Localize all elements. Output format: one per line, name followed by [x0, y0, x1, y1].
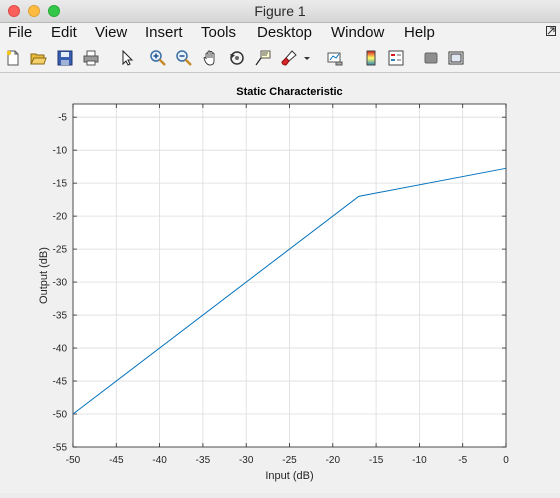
x-tick-label: 0 — [503, 455, 509, 466]
y-tick-label: -55 — [53, 443, 68, 454]
zoom-out-icon[interactable] — [175, 49, 193, 67]
x-tick-label: -35 — [196, 455, 211, 466]
x-tick-label: -40 — [152, 455, 167, 466]
plot-svg[interactable]: -50 -45 -40 -35 -30 -25 -20 -15 -10 -5 0-55-50-45-… — [0, 73, 560, 493]
dock-figure-icon[interactable] — [546, 26, 556, 36]
x-tick-label: -15 — [369, 455, 384, 466]
y-tick-label: -50 — [53, 410, 68, 421]
x-tick-label: -5 — [458, 455, 467, 466]
menu-file[interactable]: File — [8, 24, 32, 41]
chart-title: Static Characteristic — [236, 86, 342, 98]
title-bar: Figure 1 — [0, 0, 560, 23]
menu-bar: File Edit View Insert Tools Desktop Wind… — [0, 23, 560, 44]
menu-help[interactable]: Help — [404, 24, 435, 41]
x-tick-label: -45 — [109, 455, 124, 466]
x-tick-label: -25 — [282, 455, 297, 466]
y-tick-label: -15 — [53, 179, 68, 190]
print-icon[interactable] — [82, 49, 100, 67]
pan-hand-icon[interactable] — [202, 49, 220, 67]
figure-toolbar — [0, 44, 560, 73]
zoom-in-icon[interactable] — [149, 49, 167, 67]
open-file-icon[interactable] — [29, 49, 47, 67]
x-tick-label: -30 — [239, 455, 254, 466]
menu-insert[interactable]: Insert — [145, 24, 183, 41]
menu-desktop[interactable]: Desktop — [257, 24, 312, 41]
y-tick-label: -5 — [58, 113, 67, 124]
y-axis-label: Output (dB) — [38, 247, 50, 304]
menu-view[interactable]: View — [95, 24, 127, 41]
show-plot-tools-icon[interactable] — [447, 49, 465, 67]
menu-tools[interactable]: Tools — [201, 24, 236, 41]
y-tick-label: -45 — [53, 377, 68, 388]
save-icon[interactable] — [56, 49, 74, 67]
y-tick-label: -35 — [53, 311, 68, 322]
y-tick-label: -25 — [53, 245, 68, 256]
y-tick-label: -30 — [53, 278, 68, 289]
brush-icon[interactable] — [280, 49, 298, 67]
data-cursor-icon[interactable] — [254, 49, 272, 67]
y-tick-label: -10 — [53, 146, 68, 157]
x-axis-label: Input (dB) — [265, 470, 313, 482]
menu-edit[interactable]: Edit — [51, 24, 77, 41]
x-tick-label: -10 — [412, 455, 427, 466]
x-tick-label: -50 — [66, 455, 81, 466]
x-tick-label: -20 — [326, 455, 341, 466]
window-title: Figure 1 — [254, 3, 306, 19]
new-figure-icon[interactable] — [4, 49, 22, 67]
y-tick-label: -20 — [53, 212, 68, 223]
legend-icon[interactable] — [387, 49, 405, 67]
edit-plot-arrow-icon[interactable] — [118, 49, 136, 67]
figure-canvas[interactable]: -50 -45 -40 -35 -30 -25 -20 -15 -10 -5 0 -55 -50 -45-… — [0, 73, 560, 493]
y-tick-label: -40 — [53, 344, 68, 355]
hide-plot-tools-icon[interactable] — [422, 49, 440, 67]
brush-dropdown-icon[interactable] — [302, 49, 312, 67]
colorbar-icon[interactable] — [362, 49, 380, 67]
menu-window[interactable]: Window — [331, 24, 384, 41]
link-plot-icon[interactable] — [326, 49, 344, 67]
rotate-3d-icon[interactable] — [228, 49, 246, 67]
